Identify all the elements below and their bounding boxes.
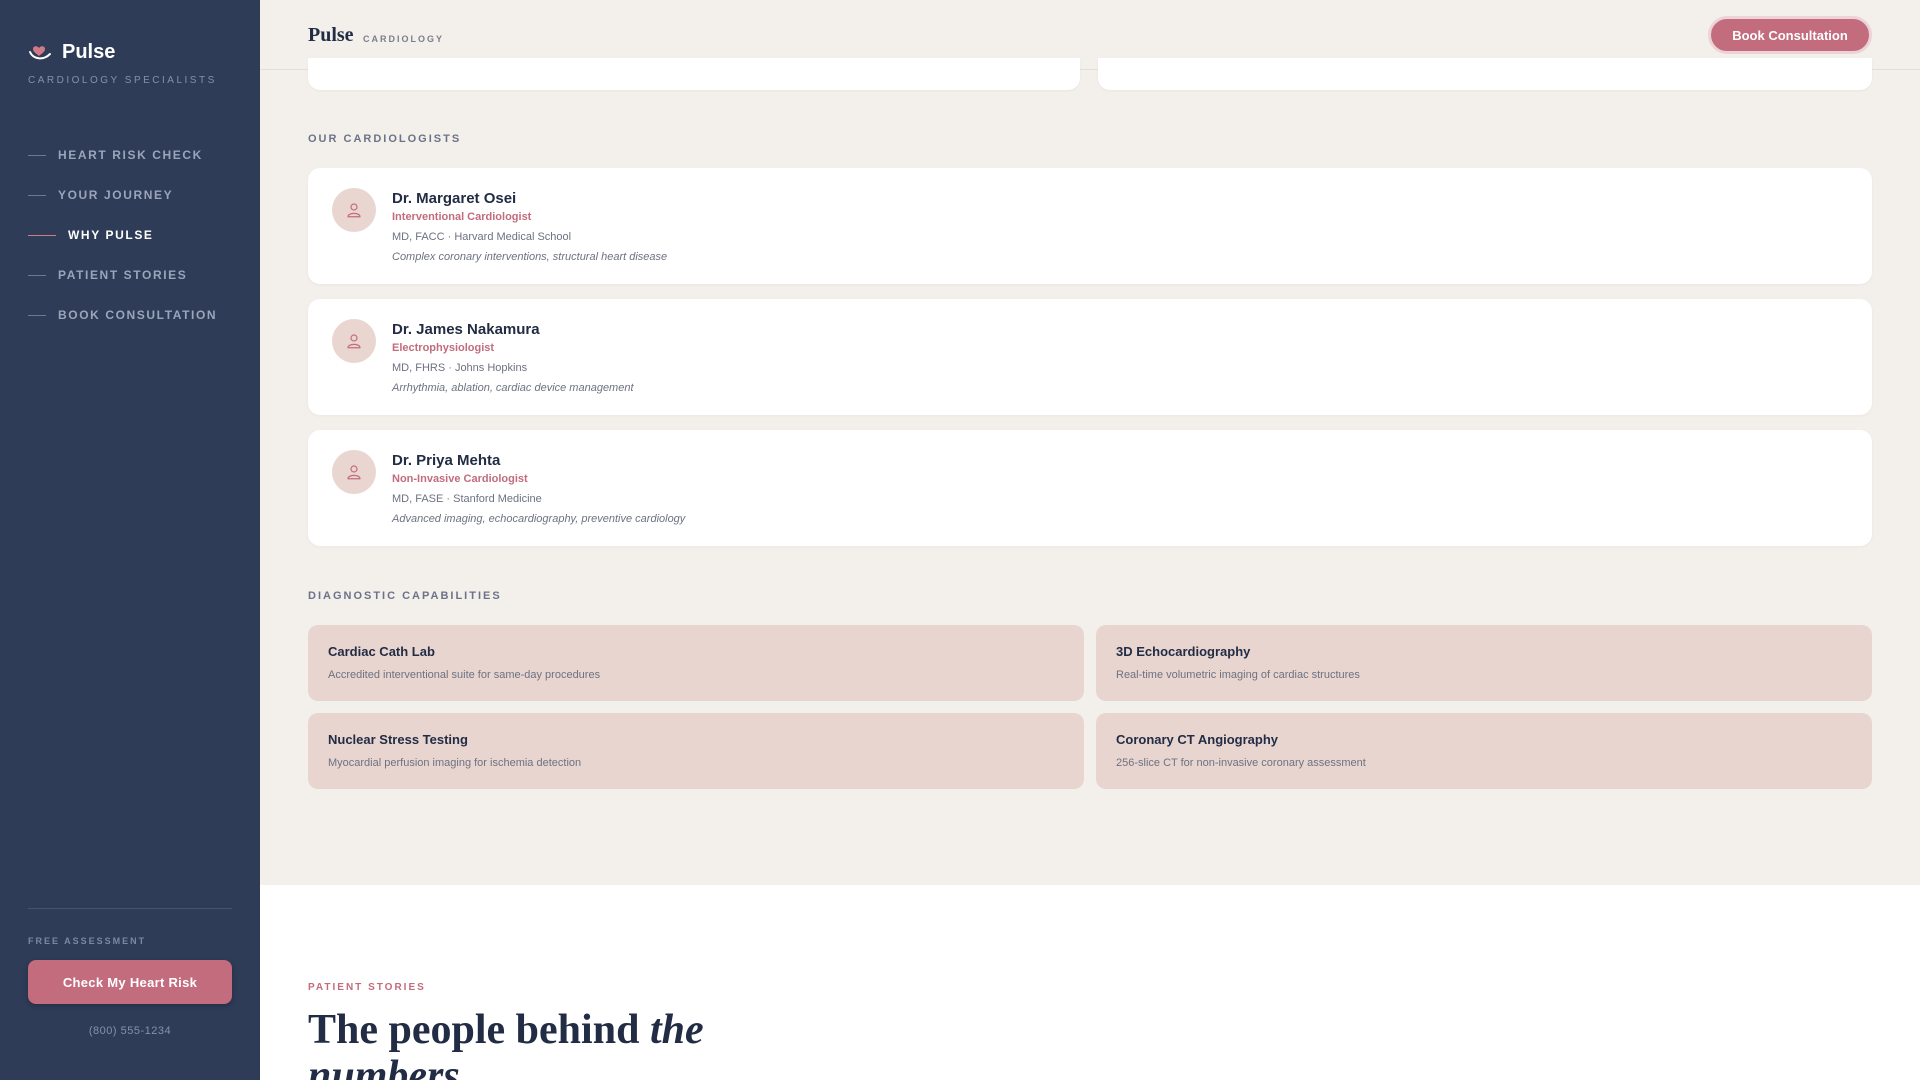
nav-dash <box>28 314 46 316</box>
capability-description: Myocardial perfusion imaging for ischemi… <box>328 757 582 769</box>
nav-dash <box>28 194 46 196</box>
avatar <box>332 450 376 494</box>
header-logo[interactable]: Pulse <box>308 24 354 47</box>
sidebar-divider <box>28 908 232 909</box>
brand-subtitle: CARDIOLOGY SPECIALISTS <box>28 75 217 86</box>
sidebar-item-patient-stories[interactable]: PATIENT STORIES <box>28 255 217 295</box>
capability-card[interactable]: Nuclear Stress Testing Myocardial perfus… <box>308 713 1084 789</box>
sidebar-item-label: PATIENT STORIES <box>58 268 188 282</box>
sidebar-item-label: YOUR JOURNEY <box>58 188 174 202</box>
doctor-specialty: Interventional Cardiologist <box>392 211 532 223</box>
capability-description: Real-time volumetric imaging of cardiac … <box>1116 669 1360 681</box>
doctor-card[interactable]: Dr. Priya Mehta Non-Invasive Cardiologis… <box>308 430 1872 546</box>
doctor-name: Dr. James Nakamura <box>392 321 540 338</box>
capabilities-heading: DIAGNOSTIC CAPABILITIES <box>308 590 502 602</box>
sidebar-nav: HEART RISK CHECK YOUR JOURNEY WHY PULSE … <box>28 135 217 335</box>
sidebar-item-label: HEART RISK CHECK <box>58 148 203 162</box>
patient-stories-eyebrow: PATIENT STORIES <box>308 982 426 993</box>
heart-hand-icon <box>28 40 52 64</box>
capability-title: 3D Echocardiography <box>1116 644 1251 659</box>
doctor-credentials: MD, FHRS · Johns Hopkins <box>392 362 528 374</box>
nav-dash <box>28 274 46 276</box>
sidebar-item-why-pulse[interactable]: WHY PULSE <box>28 215 217 255</box>
doctor-card[interactable]: Dr. Margaret Osei Interventional Cardiol… <box>308 168 1872 284</box>
nav-dash <box>28 234 56 236</box>
patient-stories-section: PATIENT STORIES The people behind the nu… <box>260 885 1920 1080</box>
cardiologists-heading: OUR CARDIOLOGISTS <box>308 133 462 145</box>
doctor-credentials: MD, FACC · Harvard Medical School <box>392 231 572 243</box>
capability-title: Coronary CT Angiography <box>1116 732 1279 747</box>
capability-card[interactable]: Coronary CT Angiography 256-slice CT for… <box>1096 713 1872 789</box>
sidebar-item-label: BOOK CONSULTATION <box>58 308 218 322</box>
card-partial <box>1098 58 1872 90</box>
user-icon <box>347 203 361 218</box>
doctor-focus: Arrhythmia, ablation, cardiac device man… <box>392 382 634 394</box>
sidebar-item-your-journey[interactable]: YOUR JOURNEY <box>28 175 217 215</box>
capability-card[interactable]: Cardiac Cath Lab Accredited intervention… <box>308 625 1084 701</box>
capability-title: Nuclear Stress Testing <box>328 732 468 747</box>
sidebar-item-book-consultation[interactable]: BOOK CONSULTATION <box>28 295 217 335</box>
doctor-name: Dr. Margaret Osei <box>392 190 517 207</box>
doctor-name: Dr. Priya Mehta <box>392 452 501 469</box>
brand[interactable]: Pulse <box>28 40 115 64</box>
doctor-credentials: MD, FASE · Stanford Medicine <box>392 493 542 505</box>
capability-title: Cardiac Cath Lab <box>328 644 435 659</box>
doctor-card[interactable]: Dr. James Nakamura Electrophysiologist M… <box>308 299 1872 415</box>
doctor-focus: Advanced imaging, echocardiography, prev… <box>392 513 686 525</box>
book-consultation-button[interactable]: Book Consultation <box>1708 16 1872 54</box>
doctor-specialty: Non-Invasive Cardiologist <box>392 473 528 485</box>
capability-description: 256-slice CT for non-invasive coronary a… <box>1116 757 1366 769</box>
sidebar-item-heart-risk-check[interactable]: HEART RISK CHECK <box>28 135 217 175</box>
capability-card[interactable]: 3D Echocardiography Real-time volumetric… <box>1096 625 1872 701</box>
user-icon <box>347 334 361 349</box>
patient-stories-title: The people behind the numbers <box>308 1007 828 1080</box>
title-plain: The people behind <box>308 1007 650 1053</box>
doctor-specialty: Electrophysiologist <box>392 342 495 354</box>
brand-name: Pulse <box>62 40 116 63</box>
check-heart-risk-button[interactable]: Check My Heart Risk <box>28 960 232 1004</box>
avatar <box>332 319 376 363</box>
sidebar-item-label: WHY PULSE <box>68 228 154 242</box>
header-tagline: CARDIOLOGY <box>363 34 445 44</box>
capability-description: Accredited interventional suite for same… <box>328 669 601 681</box>
card-partial <box>308 58 1080 90</box>
phone-number[interactable]: (800) 555-1234 <box>28 1025 232 1037</box>
user-icon <box>347 465 361 480</box>
free-assessment-label: FREE ASSESSMENT <box>28 936 147 946</box>
nav-dash <box>28 154 46 156</box>
doctor-focus: Complex coronary interventions, structur… <box>392 251 668 263</box>
avatar <box>332 188 376 232</box>
sidebar: Pulse CARDIOLOGY SPECIALISTS HEART RISK … <box>0 0 260 1080</box>
